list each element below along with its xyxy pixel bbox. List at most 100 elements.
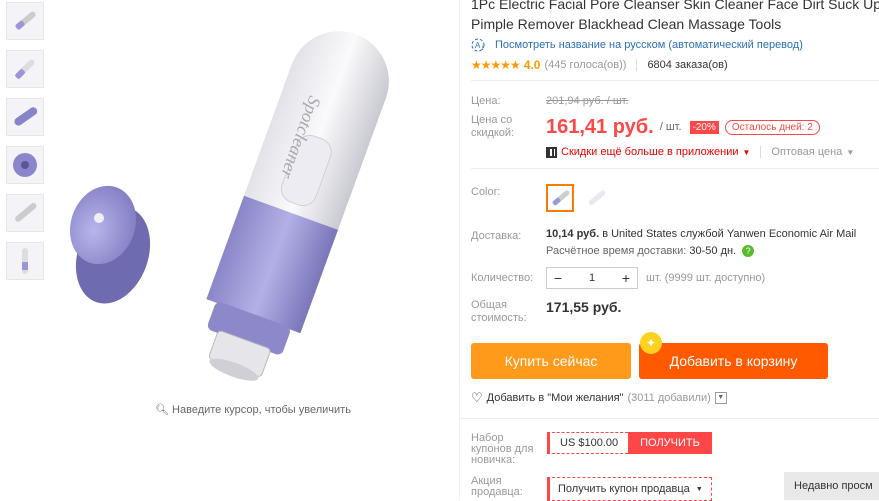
column-divider <box>459 0 460 500</box>
shipping-method[interactable]: 10,14 руб. в United States службой Yanwe… <box>546 228 856 240</box>
color-row: Color: <box>471 184 879 212</box>
product-thumbnail-icon <box>22 248 28 274</box>
app-discount-row: Скидки ещё больше в приложении ▼ Оптовая… <box>546 146 879 158</box>
add-to-cart-label: Добавить в корзину <box>669 353 798 369</box>
shipping-label: Доставка: <box>471 230 522 242</box>
quantity-stepper: − 1 + <box>546 267 638 289</box>
translate-icon: A i <box>471 38 485 52</box>
seller-coupon-dropdown[interactable]: Получить купон продавца ▼ <box>547 477 712 501</box>
total-value: 171,55 руб. <box>546 299 622 315</box>
buy-now-button[interactable]: Купить сейчас <box>471 343 631 379</box>
wholesale-price-link[interactable]: Оптовая цена <box>771 146 842 158</box>
quantity-input[interactable]: 1 <box>569 272 615 284</box>
add-to-cart-button[interactable]: Добавить в корзину <box>639 343 828 379</box>
rating-stars-icon: ★★★★★ <box>471 58 521 72</box>
rating-row: ★★★★★ 4.0 (445 голоса(ов)) 6804 заказа(о… <box>471 58 879 72</box>
price-row: Цена: 201,94 руб. / шт. <box>471 95 879 108</box>
newbie-coupon-label: Набор купонов для новичка: <box>471 433 533 466</box>
orders-count: 6804 заказа(ов) <box>647 59 728 71</box>
product-device-illustration: Spotcleaner <box>69 31 389 381</box>
product-thumbnail-icon <box>14 107 38 126</box>
total-label-line-1: Общая <box>471 299 507 311</box>
divider <box>471 168 879 169</box>
shipping-row: Доставка: 10,14 руб. в United States слу… <box>471 228 879 257</box>
thumbnail-4[interactable] <box>6 146 44 184</box>
quantity-label: Количество: <box>471 271 534 284</box>
divider <box>471 80 879 81</box>
thumbnail-3[interactable] <box>6 98 44 136</box>
product-thumbnail-icon <box>13 153 37 177</box>
total-label-line-2: стоимость: <box>471 312 527 324</box>
sale-price-label: Цена со скидкой: <box>471 114 546 140</box>
qr-code-icon <box>546 146 557 158</box>
divider <box>459 418 879 419</box>
thumbnail-1[interactable] <box>6 2 44 40</box>
shipping-details: 10,14 руб. в United States службой Yanwe… <box>546 228 856 257</box>
quantity-row: Количество: − 1 + шт. (9999 шт. доступно… <box>471 267 879 289</box>
translate-link[interactable]: A i Посмотреть название на русском (авто… <box>471 38 879 52</box>
translate-link-text[interactable]: Посмотреть название на русском (автомати… <box>495 39 803 51</box>
heart-plus-icon: ♡ <box>471 390 483 405</box>
seller-label-line-2: продавца: <box>471 486 523 498</box>
shipping-cost: 10,14 руб. <box>546 228 600 240</box>
chevron-down-icon[interactable]: ▼ <box>714 392 727 404</box>
color-white-swatch-icon <box>588 190 606 206</box>
quantity-plus-button[interactable]: + <box>615 270 637 286</box>
eta-value: 30-50 дн. <box>689 245 737 257</box>
help-icon[interactable]: ? <box>742 245 755 257</box>
color-option-purple[interactable] <box>546 184 574 212</box>
zoom-hint: 🔍︎ Наведите курсор, чтобы увеличить <box>155 403 351 416</box>
sale-label-line-2: скидкой: <box>471 127 515 139</box>
delivery-eta: Расчётное время доставки: 30-50 дн. ? <box>546 245 856 257</box>
thumbnail-6[interactable] <box>6 242 44 280</box>
seller-coupon-label-text: Получить купон продавца <box>558 483 690 495</box>
sale-price-row: Цена со скидкой: 161,41 руб. / шт. -20% … <box>471 114 879 140</box>
per-unit: / шт. <box>659 121 682 133</box>
separator <box>636 59 638 71</box>
product-title: 1Pc Electric Facial Pore Cleanser Skin C… <box>471 0 879 34</box>
product-thumbnail-icon <box>15 11 36 30</box>
recently-viewed-tab[interactable]: Недавно просм <box>784 472 879 500</box>
product-info: 1Pc Electric Facial Pore Cleanser Skin C… <box>471 0 879 325</box>
sale-label-line-1: Цена со <box>471 114 513 126</box>
chevron-down-icon[interactable]: ▼ <box>743 148 751 157</box>
rating-value: 4.0 <box>523 58 541 72</box>
discount-badge: -20% <box>689 120 719 134</box>
product-thumbnail-icon <box>15 59 35 79</box>
separator <box>760 146 762 158</box>
rating-votes[interactable]: (445 голоса(ов)) <box>544 59 626 71</box>
zoom-hint-text: Наведите курсор, чтобы увеличить <box>172 404 351 416</box>
wishlist-count: (3011 добавили) <box>627 392 711 404</box>
title-line-1: 1Pc Electric Facial Pore Cleanser Skin C… <box>471 0 879 12</box>
magnifier-icon: 🔍︎ <box>155 404 169 416</box>
svg-text:A: A <box>475 41 481 50</box>
cart-sparkle-icon: ✦ <box>640 332 662 354</box>
eta-label: Расчётное время доставки: <box>546 245 687 257</box>
wishlist-row[interactable]: ♡ Добавить в "Мои желания" (3011 добавил… <box>471 390 727 406</box>
total-row: Общая стоимость: 171,55 руб. <box>471 299 879 325</box>
chevron-down-icon[interactable]: ▼ <box>846 148 854 157</box>
app-discount-link[interactable]: Скидки ещё больше в приложении <box>561 146 739 158</box>
wishlist-link[interactable]: Добавить в "Мои желания" <box>487 392 624 404</box>
color-label: Color: <box>471 186 501 198</box>
seller-coupon-label: Акция продавца: <box>471 476 523 498</box>
main-product-image[interactable]: Spotcleaner <box>55 0 455 396</box>
price-label: Цена: <box>471 95 501 107</box>
newbie-label-line-3: новичка: <box>471 454 516 466</box>
chevron-down-icon: ▼ <box>695 485 703 493</box>
old-price: 201,94 руб. / шт. <box>546 95 629 107</box>
get-coupon-button[interactable]: ПОЛУЧИТЬ <box>628 432 712 454</box>
newbie-coupon-amount: US $100.00 <box>547 432 629 454</box>
product-thumbnail-icon <box>15 202 37 222</box>
shipping-to: в United States службой Yanwen Economic … <box>599 228 857 240</box>
total-label: Общая стоимость: <box>471 299 546 325</box>
thumbnail-2[interactable] <box>6 50 44 88</box>
color-option-white[interactable] <box>582 184 610 212</box>
sale-price: 161,41 руб. <box>546 115 654 138</box>
newbie-coupon: US $100.00 ПОЛУЧИТЬ <box>547 432 712 454</box>
thumbnail-strip <box>6 0 46 290</box>
days-left-badge: Осталось дней: 2 <box>724 119 820 135</box>
quantity-minus-button[interactable]: − <box>547 270 569 286</box>
title-line-2: Pimple Remover Blackhead Clean Massage T… <box>471 16 782 32</box>
thumbnail-5[interactable] <box>6 194 44 232</box>
